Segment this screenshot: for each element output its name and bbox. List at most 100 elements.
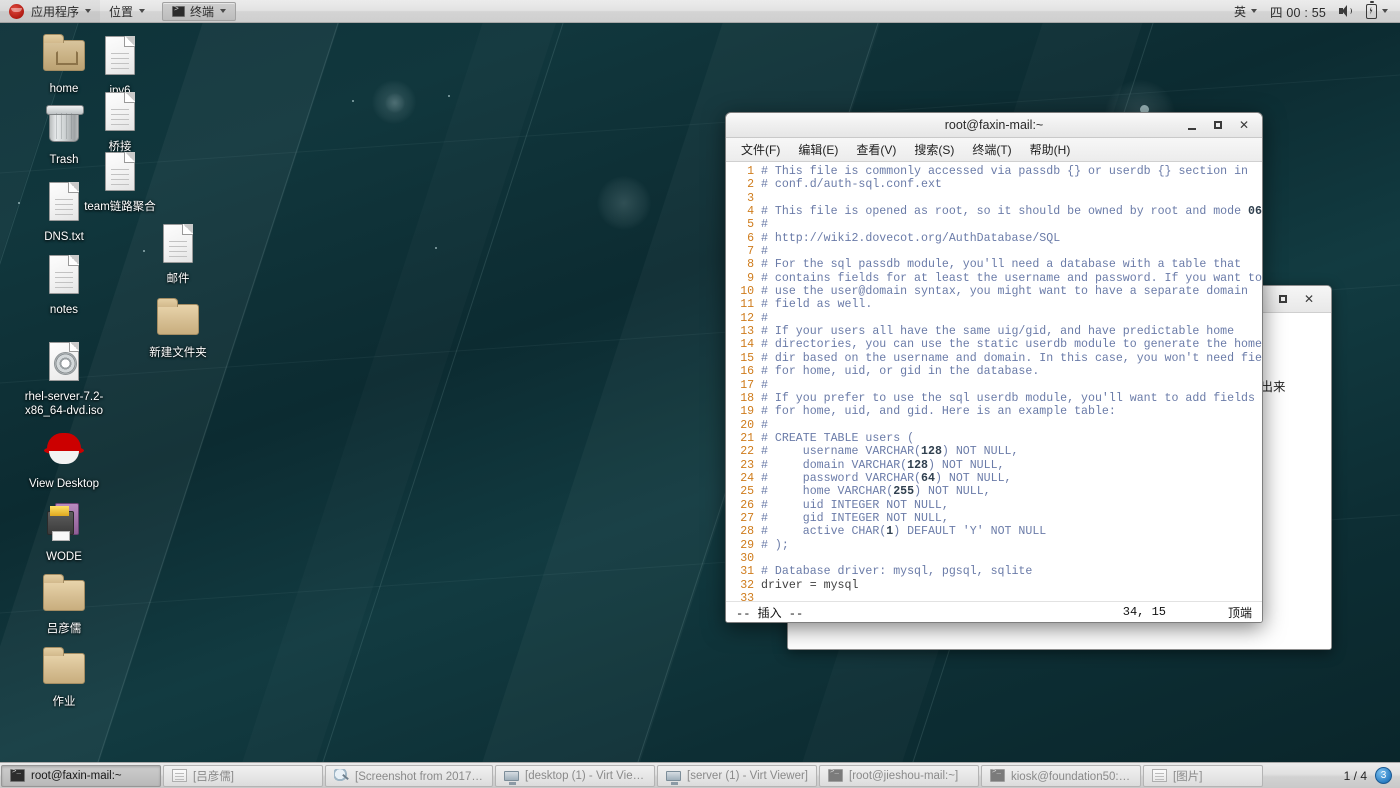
editor-line: 1 # This file is commonly accessed via pa…: [729, 165, 1262, 178]
taskbar-item-3[interactable]: [desktop (1) - Virt Viewer]: [495, 764, 655, 787]
line-number: 27: [740, 511, 754, 525]
minimize-button[interactable]: [1180, 115, 1204, 136]
monitor-icon: [504, 770, 519, 785]
editor-line: 33: [729, 592, 1262, 601]
editor-line: 18 # If you prefer to use the sql userdb …: [729, 392, 1262, 405]
desktop-icon-6[interactable]: notes: [16, 251, 112, 317]
editor-line: 4 # This file is opened as root, so it sh…: [729, 205, 1262, 218]
redhat-icon: [40, 425, 88, 473]
desktop-icon-3[interactable]: 桥接: [72, 88, 168, 154]
line-number: 22: [740, 445, 754, 459]
input-method-indicator[interactable]: 英: [1229, 0, 1262, 23]
line-text: # contains fields for at least the usern…: [761, 271, 1262, 285]
screenshot-icon: [334, 769, 349, 782]
terminal-menu-item-3[interactable]: 搜索(S): [905, 139, 963, 161]
line-number: 20: [740, 418, 754, 432]
line-text: #: [761, 218, 768, 232]
taskbar-item-label: [吕彦儒]: [193, 770, 234, 783]
editor-line: 8 # For the sql passdb module, you'll nee…: [729, 258, 1262, 271]
editor-line: 21 # CREATE TABLE users (: [729, 432, 1262, 445]
line-text: # );: [761, 538, 789, 552]
line-text: # password VARCHAR(64) NOT NULL,: [761, 471, 1012, 485]
taskbar-item-1[interactable]: [吕彦儒]: [163, 764, 323, 787]
maximize-button[interactable]: [1206, 115, 1230, 136]
taskbar-item-4[interactable]: [server (1) - Virt Viewer]: [657, 764, 817, 787]
applications-menu[interactable]: 应用程序: [0, 0, 101, 23]
maximize-button[interactable]: [1271, 289, 1295, 310]
line-number: 21: [740, 431, 754, 445]
line-number: 23: [740, 458, 754, 472]
desktop-icon-13[interactable]: 作业: [16, 643, 112, 709]
desktop-icon-11[interactable]: WODE: [16, 498, 112, 564]
battery-button[interactable]: [1361, 0, 1393, 23]
chevron-down-icon: [220, 9, 227, 13]
workspace-indicator[interactable]: 1 / 4: [1344, 769, 1367, 783]
line-number: 30: [740, 551, 754, 565]
line-number: 11: [740, 298, 754, 312]
line-text: # This file is opened as root, so it sho…: [761, 205, 1262, 219]
terminal-menu-item-2[interactable]: 查看(V): [847, 139, 905, 161]
taskbar-item-label: [Screenshot from 2017-05⋯: [355, 770, 484, 783]
close-icon[interactable]: ✕: [1297, 289, 1321, 310]
workspace-badge[interactable]: 3: [1375, 767, 1392, 784]
editor-line: 2 # conf.d/auth-sql.conf.ext: [729, 178, 1262, 191]
top-panel: 应用程序 位置 终端 英 四 00 : 55: [0, 0, 1400, 23]
taskbar-item-2[interactable]: [Screenshot from 2017-05⋯: [325, 764, 493, 787]
folder-icon: [154, 294, 202, 342]
terminal-menu-item-1[interactable]: 编辑(E): [789, 139, 847, 161]
desktop-icon-7[interactable]: 邮件: [130, 220, 226, 286]
panel-window-button-terminal[interactable]: 终端: [162, 1, 237, 21]
places-menu-label: 位置: [109, 4, 134, 19]
taskbar-item-7[interactable]: [图片]: [1143, 764, 1263, 787]
close-icon[interactable]: ✕: [1232, 115, 1256, 136]
volume-button[interactable]: [1334, 0, 1358, 23]
desktop-icon-10[interactable]: View Desktop: [16, 425, 112, 491]
line-number: 14: [740, 338, 754, 352]
terminal-window[interactable]: root@faxin-mail:~ ✕ 文件(F) 编辑(E) 查看(V) 搜索(S)…: [725, 112, 1263, 623]
line-number: 19: [740, 405, 754, 419]
line-text: # use the user@domain syntax, you might …: [761, 285, 1249, 299]
editor-line: 9 # contains fields for at least the user…: [729, 272, 1262, 285]
desktop-icon-9[interactable]: rhel-server-7.2-x86_64-dvd.iso: [16, 338, 112, 418]
terminal-body[interactable]: 1 # This file is commonly accessed via pa…: [726, 162, 1262, 601]
taskbar-item-0[interactable]: root@faxin-mail:~: [1, 764, 161, 787]
places-menu[interactable]: 位置: [100, 0, 154, 23]
clock[interactable]: 四 00 : 55: [1265, 0, 1331, 23]
editor-line: 5 #: [729, 218, 1262, 231]
folder-icon: [40, 570, 88, 618]
desktop-icon-8[interactable]: 新建文件夹: [130, 294, 226, 360]
redhat-logo-icon: [9, 3, 24, 19]
document-icon: [172, 769, 187, 782]
line-text: # directories, you can use the static us…: [761, 338, 1262, 352]
vim-editor-text[interactable]: 1 # This file is commonly accessed via pa…: [726, 162, 1262, 601]
terminal-menu-item-5[interactable]: 帮助(H): [1021, 139, 1080, 161]
desktop-icon-label: 新建文件夹: [149, 347, 207, 359]
taskbar-item-5[interactable]: [root@jieshou-mail:~]: [819, 764, 979, 787]
taskbar-item-label: [图片]: [1173, 770, 1203, 783]
desktop-icon-12[interactable]: 吕彦儒: [16, 570, 112, 636]
editor-line: 3: [729, 192, 1262, 205]
terminal-menu-item-0[interactable]: 文件(F): [732, 139, 789, 161]
editor-line: 24 # password VARCHAR(64) NOT NULL,: [729, 472, 1262, 485]
vim-position: 34, 15: [1122, 605, 1166, 619]
line-number: 9: [747, 271, 754, 285]
line-text: #: [761, 311, 768, 325]
applications-menu-label: 应用程序: [31, 4, 80, 19]
line-text: # dir based on the username and domain. …: [761, 351, 1262, 365]
editor-line: 19 # for home, uid, and gid. Here is an e…: [729, 405, 1262, 418]
line-text: # domain VARCHAR(128) NOT NULL,: [761, 458, 1005, 472]
desktop-icon-5[interactable]: DNS.txt: [16, 178, 112, 244]
desktop-icon-label: notes: [49, 304, 79, 316]
terminal-menu-item-4[interactable]: 终端(T): [963, 139, 1020, 161]
text-file-icon: [154, 220, 202, 268]
line-text: #: [761, 378, 768, 392]
iso-disc-icon: [40, 338, 88, 386]
line-number: 1: [747, 165, 754, 178]
line-text: # http://wiki2.dovecot.org/AuthDatabase/…: [761, 231, 1061, 245]
taskbar-item-6[interactable]: kiosk@foundation50:~/桌面: [981, 764, 1141, 787]
editor-line: 13 # If your users all have the same uig/…: [729, 325, 1262, 338]
terminal-titlebar[interactable]: root@faxin-mail:~ ✕: [726, 113, 1262, 138]
taskbar-item-label: [root@jieshou-mail:~]: [849, 769, 959, 782]
line-text: # For the sql passdb module, you'll need…: [761, 258, 1242, 272]
folder-icon: [40, 643, 88, 691]
